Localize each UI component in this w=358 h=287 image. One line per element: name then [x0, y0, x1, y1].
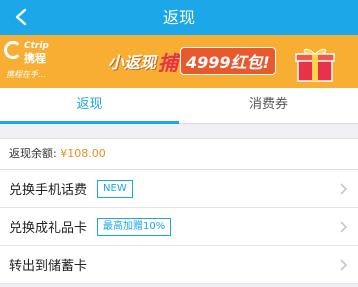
bonus-badge: 最高加赠10% — [97, 217, 172, 236]
tab-bar: 返现 消费券 — [0, 88, 358, 124]
balance-label: 返现余额: — [9, 147, 57, 160]
brand-cn: 携程 — [24, 52, 46, 65]
list-item-recharge-phone[interactable]: 兑换手机话费 NEW — [0, 170, 358, 208]
nav-bar: 返现 — [0, 0, 358, 35]
page-title: 返现 — [162, 8, 195, 27]
tab-active-indicator — [0, 121, 179, 124]
options-list: 兑换手机话费 NEW 兑换成礼品卡 最高加赠10% 转出到储蓄卡 — [0, 170, 358, 284]
promo-part1: 小返现 — [108, 53, 157, 72]
balance-row: 返现余额: ¥108.00 — [0, 138, 358, 170]
promo-banner[interactable]: Ctrip 携程 携程在手… 小返现 捕 4999红包! — [0, 35, 358, 88]
chevron-right-icon — [340, 259, 348, 271]
list-item-gift-card[interactable]: 兑换成礼品卡 最高加赠10% — [0, 208, 358, 246]
ctrip-mark-icon — [4, 41, 22, 59]
new-badge: NEW — [97, 179, 133, 198]
gift-box-icon — [295, 48, 335, 82]
list-item-label: 兑换手机话费 — [9, 183, 88, 198]
promo-part3: 4999红包! — [180, 47, 276, 75]
tab-cashback[interactable]: 返现 — [0, 88, 179, 124]
promo-part2: 捕 — [158, 50, 179, 75]
list-item-label: 转出到储蓄卡 — [9, 259, 88, 274]
ctrip-logo: Ctrip 携程 携程在手… — [4, 41, 92, 83]
chevron-right-icon — [340, 183, 348, 195]
promo-headline: 小返现 捕 4999红包! — [108, 46, 276, 76]
list-item-transfer-debit-card[interactable]: 转出到储蓄卡 — [0, 246, 358, 284]
list-item-label: 兑换成礼品卡 — [9, 221, 88, 236]
balance-amount: ¥108.00 — [60, 147, 106, 160]
brand-slogan: 携程在手… — [6, 70, 46, 79]
chevron-right-icon — [340, 221, 348, 233]
tab-coupons[interactable]: 消费券 — [179, 88, 358, 124]
